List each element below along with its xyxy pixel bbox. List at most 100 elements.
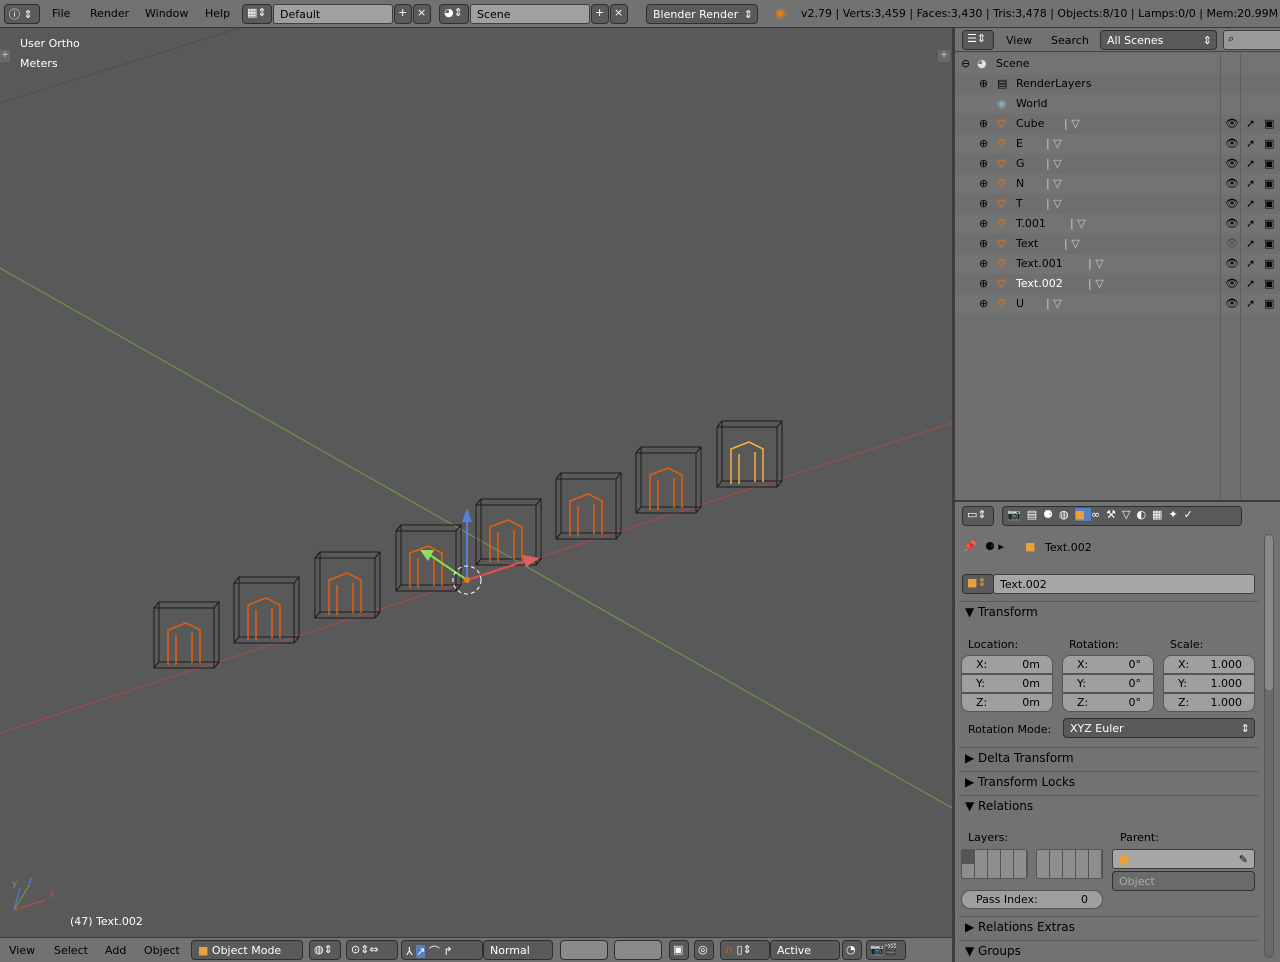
properties-toggle-icon[interactable]: +: [938, 50, 950, 62]
scale-y-field[interactable]: Y: 1.000: [1163, 674, 1255, 693]
eyedropper-icon[interactable]: ✎: [1239, 853, 1248, 866]
menu-window[interactable]: Window: [145, 7, 188, 20]
outliner-row-object[interactable]: ⊕ ▽ G | ▽ 👁 ➚ ▣: [955, 154, 1280, 174]
pivot-select[interactable]: ⊙⇕⇔: [346, 940, 398, 960]
outliner-row-world[interactable]: ◉ World: [955, 94, 1280, 114]
expand-icon[interactable]: ⊕: [979, 117, 988, 130]
panel-relations[interactable]: ▼ Relations: [959, 795, 1259, 817]
object-browse-icon[interactable]: ■⇕: [962, 574, 994, 594]
rotation-mode-select[interactable]: XYZ Euler ⇕: [1063, 718, 1255, 738]
eye-icon[interactable]: 👁: [1225, 297, 1239, 310]
outliner-row-object[interactable]: ⊕ ▽ T.001 | ▽ 👁 ➚ ▣: [955, 214, 1280, 234]
eye-icon[interactable]: 👁: [1225, 177, 1239, 190]
3d-viewport[interactable]: x y z User Ortho Meters (47) Text.002 + …: [0, 28, 952, 937]
outliner-row-object[interactable]: ⊕ ▽ N | ▽ 👁 ➚ ▣: [955, 174, 1280, 194]
expand-icon[interactable]: ⊕: [979, 257, 988, 270]
panel-delta-transform[interactable]: ▶ Delta Transform: [959, 747, 1259, 769]
outliner-editor-type-icon[interactable]: ☰⇕: [962, 30, 994, 50]
expand-icon[interactable]: ⊕: [979, 217, 988, 230]
editor-type-button[interactable]: ⓘ ⇕: [4, 4, 40, 24]
expand-icon[interactable]: ⊕: [979, 237, 988, 250]
collapse-icon[interactable]: ⊖: [961, 57, 970, 70]
outliner-menu-search[interactable]: Search: [1051, 34, 1089, 47]
select-arrow-icon[interactable]: ➚: [1246, 217, 1255, 230]
outliner-row-object[interactable]: ⊕ ▽ Text | ▽ 👁 ➚ ▣: [955, 234, 1280, 254]
menu-file[interactable]: File: [52, 7, 70, 20]
expand-icon[interactable]: ⊕: [979, 297, 988, 310]
select-arrow-icon[interactable]: ➚: [1246, 257, 1255, 270]
add-screen-icon[interactable]: +: [394, 4, 412, 24]
scene-icon[interactable]: ◕⇕: [439, 4, 469, 24]
menu-help[interactable]: Help: [205, 7, 230, 20]
location-z-field[interactable]: Z: 0m: [961, 693, 1053, 712]
outliner[interactable]: ☰⇕ View Search All Scenes ⇕ ⌕ ⊖ ◕ Scene ⊕…: [955, 28, 1280, 500]
scene-field[interactable]: Scene: [470, 4, 590, 24]
select-arrow-icon[interactable]: ➚: [1246, 237, 1255, 250]
snap-target-select[interactable]: Active: [770, 940, 840, 960]
shading-select[interactable]: ◍⇕: [309, 940, 341, 960]
properties-editor[interactable]: ▭⇕ 📷▤⚈◍■∞⚒▽◐▦✦✓ 📌 ⚈ ▸ ■ Text.002 ■⇕ ▼ Tr…: [955, 500, 1280, 962]
screen-layout-icon[interactable]: ▦⇕: [242, 4, 272, 24]
outliner-row-object[interactable]: ⊕ ▽ E | ▽ 👁 ➚ ▣: [955, 134, 1280, 154]
screen-layout-field[interactable]: Default: [273, 4, 393, 24]
render-camera-icon[interactable]: ▣: [1264, 217, 1274, 230]
render-engine-select[interactable]: Blender Render ⇕: [646, 4, 758, 24]
render-preview-icon[interactable]: ◎: [694, 940, 714, 960]
manipulator-buttons[interactable]: ⅄ ↗ ⌒ ↱: [401, 940, 483, 960]
transform-orientation-select[interactable]: Normal: [483, 940, 553, 960]
rotation-y-field[interactable]: Y: 0°: [1062, 674, 1154, 693]
pass-index-field[interactable]: Pass Index: 0: [961, 890, 1103, 909]
scale-x-field[interactable]: X: 1.000: [1163, 655, 1255, 674]
menu-add[interactable]: Add: [105, 944, 126, 957]
render-camera-icon[interactable]: ▣: [1264, 117, 1274, 130]
layers-grid-1[interactable]: [961, 849, 1028, 879]
outliner-row-scene[interactable]: ⊖ ◕ Scene: [955, 54, 1280, 74]
eye-icon[interactable]: 👁: [1225, 117, 1239, 130]
display-mode-select[interactable]: All Scenes ⇕: [1100, 30, 1217, 50]
render-camera-icon[interactable]: ▣: [1264, 257, 1274, 270]
location-y-field[interactable]: Y: 0m: [961, 674, 1053, 693]
outliner-row-object[interactable]: ⊕ ▽ T | ▽ 👁 ➚ ▣: [955, 194, 1280, 214]
render-opengl-icons[interactable]: 📷🎬: [866, 940, 906, 960]
eye-icon[interactable]: 👁: [1225, 237, 1239, 250]
outliner-row-object[interactable]: ⊕ ▽ U | ▽ 👁 ➚ ▣: [955, 294, 1280, 314]
location-x-field[interactable]: X: 0m: [961, 655, 1053, 674]
expand-icon[interactable]: ⊕: [979, 77, 988, 90]
expand-icon[interactable]: ⊕: [979, 277, 988, 290]
parent-field[interactable]: ■ ✎: [1112, 849, 1255, 869]
snap-button[interactable]: ∩ ▯⇕: [720, 940, 770, 960]
render-camera-icon[interactable]: ▣: [1264, 297, 1274, 310]
panel-transform-locks[interactable]: ▶ Transform Locks: [959, 771, 1259, 793]
menu-render[interactable]: Render: [90, 7, 129, 20]
mode-select[interactable]: ■ Object Mode: [191, 940, 303, 960]
close-screen-icon[interactable]: ×: [413, 4, 431, 24]
rotation-z-field[interactable]: Z: 0°: [1062, 693, 1154, 712]
select-arrow-icon[interactable]: ➚: [1246, 157, 1255, 170]
layers-grid-1[interactable]: [560, 940, 608, 960]
parent-type-select[interactable]: Object: [1112, 871, 1255, 891]
render-camera-icon[interactable]: ▣: [1264, 277, 1274, 290]
render-camera-icon[interactable]: ▣: [1264, 177, 1274, 190]
panel-groups[interactable]: ▼ Groups: [959, 940, 1259, 962]
close-scene-icon[interactable]: ×: [610, 4, 628, 24]
eye-icon[interactable]: 👁: [1225, 157, 1239, 170]
outliner-menu-view[interactable]: View: [1006, 34, 1032, 47]
eye-icon[interactable]: 👁: [1225, 137, 1239, 150]
menu-object[interactable]: Object: [144, 944, 180, 957]
menu-select[interactable]: Select: [54, 944, 88, 957]
eye-icon[interactable]: 👁: [1225, 197, 1239, 210]
eye-icon[interactable]: 👁: [1225, 217, 1239, 230]
render-camera-icon[interactable]: ▣: [1264, 137, 1274, 150]
scale-z-field[interactable]: Z: 1.000: [1163, 693, 1255, 712]
select-arrow-icon[interactable]: ➚: [1246, 177, 1255, 190]
select-arrow-icon[interactable]: ➚: [1246, 137, 1255, 150]
outliner-row-object[interactable]: ⊕ ▽ Text.001 | ▽ 👁 ➚ ▣: [955, 254, 1280, 274]
panel-relations-extras[interactable]: ▶ Relations Extras: [959, 916, 1259, 938]
expand-icon[interactable]: ⊕: [979, 137, 988, 150]
rotation-x-field[interactable]: X: 0°: [1062, 655, 1154, 674]
toolshelf-toggle-icon[interactable]: +: [0, 50, 10, 62]
properties-scrollbar[interactable]: [1264, 534, 1274, 958]
layers-grid-2[interactable]: [1036, 849, 1103, 879]
eye-icon[interactable]: 👁: [1225, 277, 1239, 290]
select-arrow-icon[interactable]: ➚: [1246, 297, 1255, 310]
